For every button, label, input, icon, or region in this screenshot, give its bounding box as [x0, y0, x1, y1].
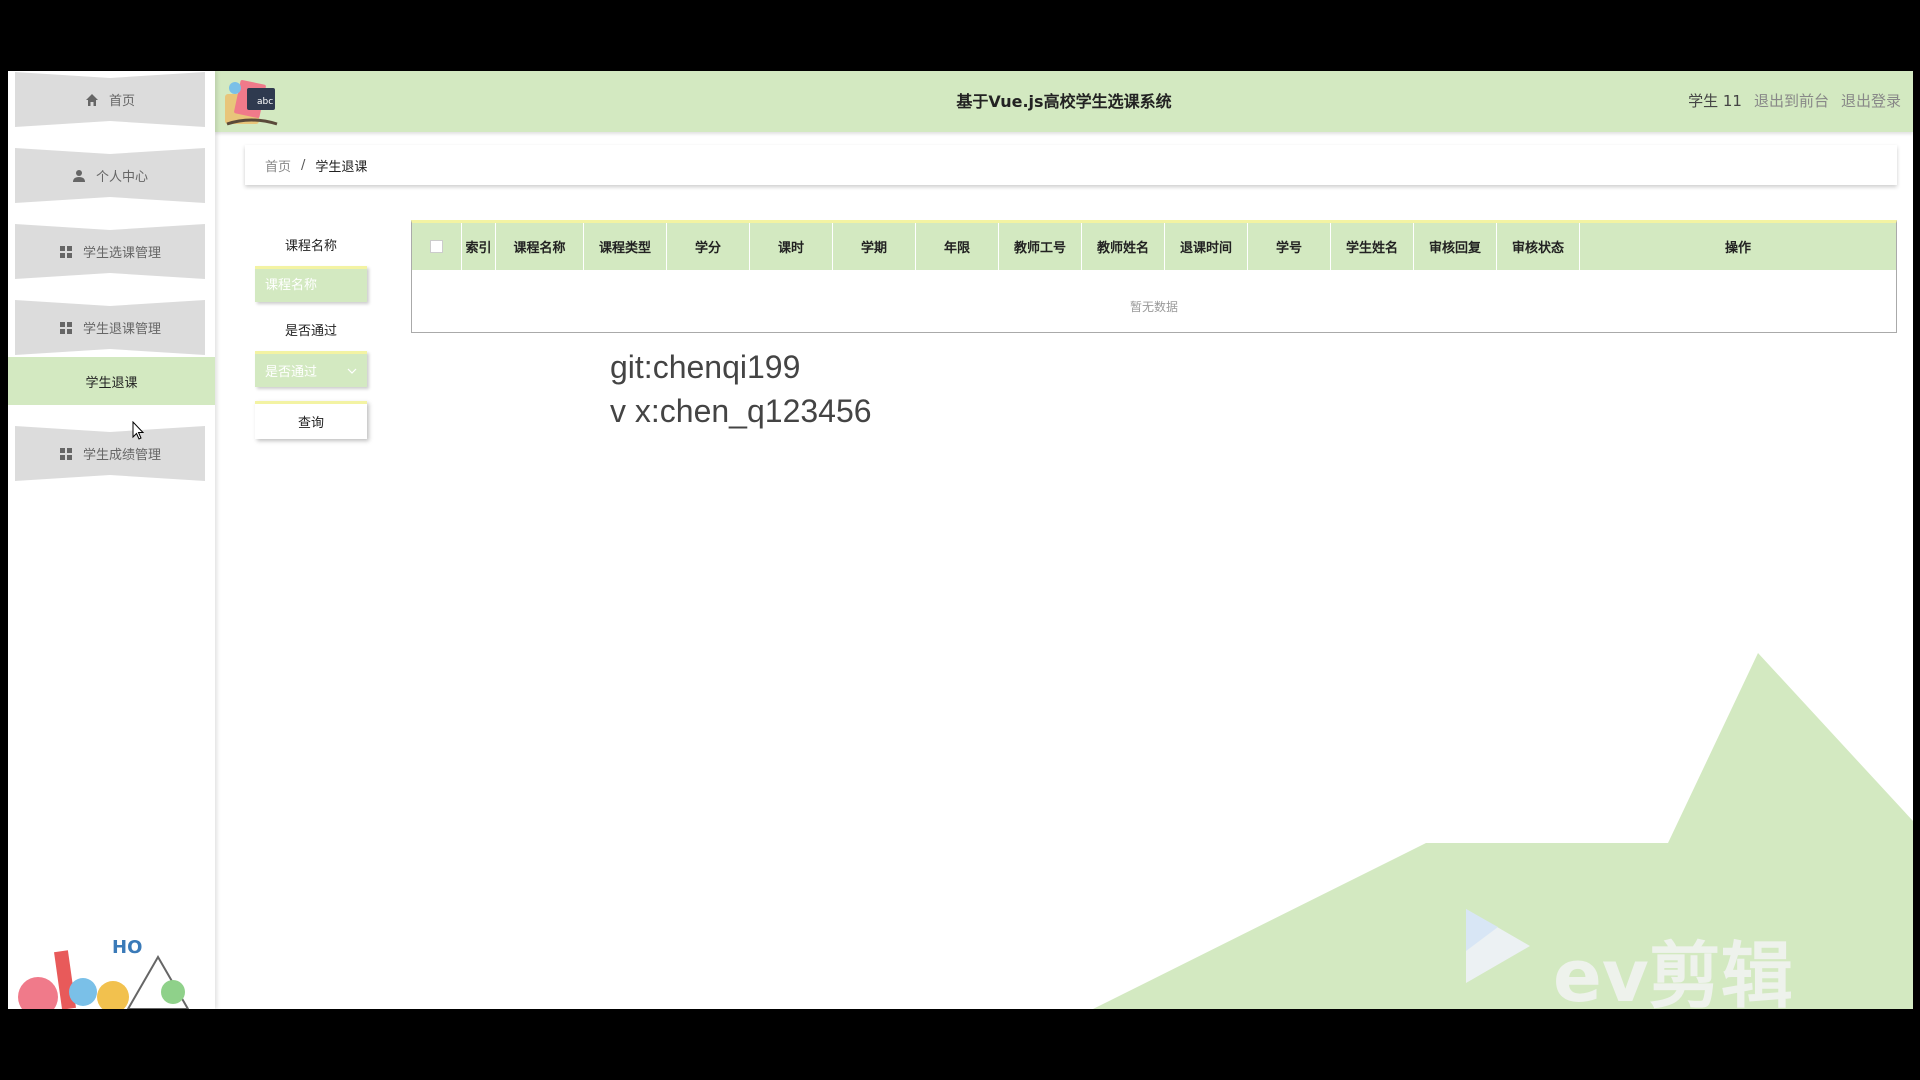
breadcrumb: 首页 / 学生退课	[245, 145, 1897, 185]
column-header[interactable]: 课程类型	[584, 223, 667, 270]
svg-text:abc: abc	[257, 97, 273, 107]
column-header[interactable]: 审核回复	[1414, 223, 1497, 270]
course-name-input[interactable]	[255, 266, 367, 302]
current-user: 学生 11	[1688, 92, 1742, 110]
grid-icon	[59, 245, 72, 258]
passed-select-placeholder: 是否通过	[265, 365, 318, 380]
table-empty-text: 暂无数据	[1129, 300, 1178, 314]
sidebar-decoration-logo: HO	[18, 937, 190, 1009]
column-header[interactable]: 操作	[1580, 223, 1896, 270]
column-header[interactable]: 教师工号	[999, 223, 1082, 270]
system-title: 基于Vue.js高校学生选课系统	[956, 92, 1172, 111]
column-header[interactable]: 年限	[916, 223, 999, 270]
column-header[interactable]: 课程名称	[496, 223, 584, 270]
chevron-down-icon	[347, 368, 357, 374]
grid-icon	[59, 447, 72, 460]
mouse-cursor-icon	[132, 421, 145, 440]
passed-select[interactable]: 是否通过	[255, 351, 367, 387]
svg-text:HO: HO	[112, 937, 142, 958]
column-header[interactable]: 课时	[750, 223, 833, 270]
select-all-column	[412, 223, 462, 270]
course-name-label: 课程名称	[284, 239, 337, 254]
submenu-item-label: 学生退课	[85, 375, 138, 391]
column-header[interactable]: 学分	[667, 223, 750, 270]
column-header[interactable]: 索引	[462, 223, 496, 270]
app-window: abc 基于Vue.js高校学生选课系统 学生 11 退出到前台 退出登录 首页	[8, 71, 1913, 1009]
header-logo: abc	[225, 80, 278, 126]
data-table: 索引 课程名称 课程类型 学分 课时 学期 年限 教师工号 教师姓名 退课时间 …	[411, 220, 1897, 333]
ev-editing-watermark: ev剪辑	[1553, 934, 1793, 1009]
grid-icon	[59, 321, 72, 334]
sidebar-item-label: 个人中心	[95, 170, 148, 185]
watermark-line-2: v x:chen_q123456	[610, 393, 872, 429]
column-header[interactable]: 学生姓名	[1331, 223, 1414, 270]
user-icon	[72, 169, 85, 182]
top-header: abc 基于Vue.js高校学生选课系统 学生 11 退出到前台 退出登录	[215, 71, 1913, 132]
breadcrumb-home-link[interactable]: 首页	[265, 156, 291, 175]
sidebar: 首页 个人中心 学生选课管理 学生退课管理 学生退课 学生成绩管理 HO	[8, 71, 215, 1009]
back-to-front-link[interactable]: 退出到前台	[1754, 71, 1829, 132]
query-button[interactable]: 查询	[255, 401, 367, 439]
sidebar-item-label: 学生成绩管理	[82, 448, 161, 463]
sidebar-item-grades[interactable]: 学生成绩管理	[15, 426, 205, 481]
header-user-area: 学生 11 退出到前台 退出登录	[1688, 71, 1901, 132]
sidebar-item-profile[interactable]: 个人中心	[15, 148, 205, 203]
sidebar-item-course-selection[interactable]: 学生选课管理	[15, 224, 205, 279]
submenu-item-student-drop[interactable]: 学生退课	[8, 357, 215, 405]
breadcrumb-separator: /	[301, 157, 306, 173]
column-header[interactable]: 教师姓名	[1082, 223, 1165, 270]
sidebar-item-label: 学生选课管理	[82, 246, 161, 261]
table-header: 索引 课程名称 课程类型 学分 课时 学期 年限 教师工号 教师姓名 退课时间 …	[412, 223, 1896, 270]
column-header[interactable]: 学期	[833, 223, 916, 270]
sidebar-item-home[interactable]: 首页	[15, 72, 205, 127]
sidebar-item-label: 学生退课管理	[82, 322, 161, 337]
column-header[interactable]: 学号	[1248, 223, 1331, 270]
breadcrumb-current: 学生退课	[315, 159, 368, 175]
watermark-line-1: git:chenqi199	[610, 349, 801, 385]
logout-link[interactable]: 退出登录	[1841, 71, 1901, 132]
passed-label: 是否通过	[284, 324, 337, 339]
select-all-checkbox[interactable]	[430, 240, 443, 253]
home-icon	[85, 93, 98, 106]
sidebar-item-course-drop[interactable]: 学生退课管理	[15, 300, 205, 355]
sidebar-item-label: 首页	[108, 94, 135, 109]
column-header[interactable]: 退课时间	[1165, 223, 1248, 270]
ev-play-logo-icon	[1466, 909, 1530, 983]
column-header[interactable]: 审核状态	[1497, 223, 1580, 270]
